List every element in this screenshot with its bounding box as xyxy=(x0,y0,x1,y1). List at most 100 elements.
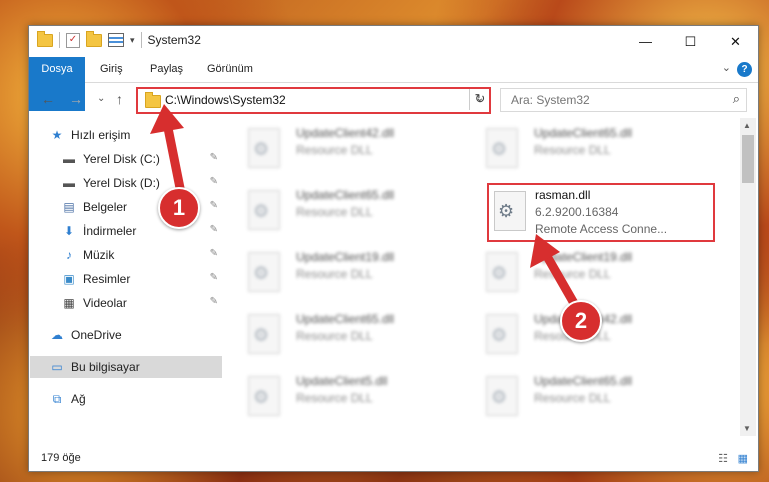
ribbon-tabs: Dosya Giriş Paylaş Görünüm ⌄ ? xyxy=(29,57,758,111)
sidebar-item-pictures[interactable]: ▣ Resimler ✎ xyxy=(61,268,222,290)
window-title: System32 xyxy=(147,33,201,47)
gear-icon: ⚙ xyxy=(253,139,270,159)
ribbon-expand-icon[interactable]: ⌄ xyxy=(722,61,731,74)
file-description: Remote Access Conne... xyxy=(535,222,668,236)
quick-access-toolbar: ✓ ▾ System32 xyxy=(37,30,201,48)
sidebar-item-music[interactable]: ♪ Müzik ✎ xyxy=(61,244,222,266)
tab-view[interactable]: Görünüm xyxy=(207,57,253,82)
gear-icon: ⚙ xyxy=(253,387,270,407)
close-button[interactable]: ✕ xyxy=(713,26,758,57)
customize-toolbar-icon[interactable]: ▾ xyxy=(130,35,135,46)
sidebar-item-quick-access[interactable]: ★ Hızlı erişim xyxy=(49,124,242,146)
forward-arrow-icon[interactable]: → xyxy=(69,91,83,107)
list-item[interactable]: ⚙ UpdateClient65.dll Resource DLL xyxy=(468,370,698,424)
address-path[interactable]: C:\Windows\System32 xyxy=(165,93,286,107)
file-type: Resource DLL xyxy=(534,143,611,157)
network-icon: ⧉ xyxy=(52,391,62,406)
scroll-up-icon[interactable]: ▲ xyxy=(743,121,751,130)
toolbar-separator xyxy=(140,32,142,48)
pin-icon[interactable]: ✎ xyxy=(210,224,218,235)
file-type: Resource DLL xyxy=(296,267,373,281)
file-type: Resource DLL xyxy=(296,205,373,219)
vertical-scrollbar[interactable]: ▲ ▼ xyxy=(740,118,756,436)
sidebar-item-label: Ağ xyxy=(71,392,86,406)
sidebar-item-downloads[interactable]: ⬇ İndirmeler ✎ xyxy=(61,220,222,242)
file-name: UpdateClient19.dll xyxy=(296,250,395,264)
list-item-rasman-dll[interactable]: ⚙ rasman.dll 6.2.9200.16384 Remote Acces… xyxy=(487,183,715,242)
pin-icon[interactable]: ✎ xyxy=(210,200,218,211)
file-name: rasman.dll xyxy=(535,188,591,202)
sidebar-item-label: İndirmeler xyxy=(83,224,137,238)
pin-icon[interactable]: ✎ xyxy=(210,248,218,259)
tab-home[interactable]: Giriş xyxy=(100,57,123,82)
file-name: UpdateClient42.dll xyxy=(296,126,395,140)
gear-icon: ⚙ xyxy=(498,201,515,221)
back-arrow-icon[interactable]: ← xyxy=(41,91,55,107)
list-item[interactable]: ⚙ UpdateClient42.dll Resource DLL xyxy=(230,122,460,176)
file-list: ⚙ UpdateClient42.dll Resource DLL ⚙ Upda… xyxy=(230,118,740,436)
details-view-icon[interactable]: ☷ xyxy=(718,452,728,465)
step-2-badge: 2 xyxy=(560,300,602,342)
list-item[interactable]: ⚙ UpdateClient65.dll Resource DLL xyxy=(468,122,698,176)
search-input[interactable] xyxy=(509,92,713,108)
download-icon: ⬇ xyxy=(63,224,75,238)
tiles-view-icon[interactable]: ▦ xyxy=(738,452,748,465)
gear-icon: ⚙ xyxy=(491,325,508,345)
file-name: UpdateClient19.dll xyxy=(534,250,633,264)
pictures-icon: ▣ xyxy=(63,272,75,286)
up-arrow-icon[interactable]: ↑ xyxy=(116,91,123,107)
new-folder-icon[interactable] xyxy=(86,30,102,47)
sidebar-item-this-pc[interactable]: ▭ Bu bilgisayar xyxy=(30,356,222,378)
scroll-down-icon[interactable]: ▼ xyxy=(743,424,751,433)
address-bar[interactable]: C:\Windows\System32 ⌄ xyxy=(136,87,491,114)
scrollbar-thumb[interactable] xyxy=(742,135,754,183)
tab-share[interactable]: Paylaş xyxy=(150,57,183,82)
step-1-badge: 1 xyxy=(158,187,200,229)
star-icon: ★ xyxy=(51,128,63,142)
recent-locations-icon[interactable]: ⌄ xyxy=(97,93,105,104)
pin-icon[interactable]: ✎ xyxy=(210,272,218,283)
cloud-icon: ☁ xyxy=(51,328,63,342)
search-box[interactable]: ⌕ xyxy=(500,88,747,112)
drive-icon: ▬ xyxy=(63,152,75,166)
sidebar-item-local-disk-d[interactable]: ▬ Yerel Disk (D:) ✎ xyxy=(61,172,222,194)
search-icon[interactable]: ⌕ xyxy=(733,91,740,107)
explorer-window: ✓ ▾ System32 — ☐ ✕ Dosya Giriş Paylaş Gö… xyxy=(28,25,759,472)
list-item[interactable]: ⚙ UpdateClient65.dll Resource DLL xyxy=(230,184,460,238)
gear-icon: ⚙ xyxy=(491,387,508,407)
sidebar-item-label: Yerel Disk (D:) xyxy=(83,176,160,190)
list-properties-icon[interactable] xyxy=(108,33,124,47)
file-version: 6.2.9200.16384 xyxy=(535,205,619,219)
sidebar-item-label: Belgeler xyxy=(83,200,128,214)
gear-icon: ⚙ xyxy=(253,263,270,283)
file-name: UpdateClient65.dll xyxy=(296,312,395,326)
help-icon[interactable]: ? xyxy=(737,62,752,77)
maximize-button[interactable]: ☐ xyxy=(668,26,713,57)
pin-icon[interactable]: ✎ xyxy=(210,152,218,163)
list-item[interactable]: ⚙ UpdateClient19.dll Resource DLL xyxy=(468,246,698,300)
sidebar-item-network[interactable]: ⧉ Ağ xyxy=(49,388,222,410)
file-name: UpdateClient5.dll xyxy=(296,374,388,388)
list-item[interactable]: ⚙ UpdateClient5.dll Resource DLL xyxy=(230,370,460,424)
navigation-bar: ← → ⌄ ↑ C:\Windows\System32 ⌄ ↻ ⌕ xyxy=(29,83,758,116)
sidebar-item-videos[interactable]: ▦ Videolar ✎ xyxy=(61,292,222,314)
list-item[interactable]: ⚙ UpdateClient65.dll Resource DLL xyxy=(230,308,460,362)
sidebar-item-local-disk-c[interactable]: ▬ Yerel Disk (C:) ✎ xyxy=(61,148,222,170)
minimize-button[interactable]: — xyxy=(623,26,668,57)
refresh-icon[interactable]: ↻ xyxy=(469,89,490,110)
video-icon: ▦ xyxy=(63,296,75,310)
sidebar-item-label: Müzik xyxy=(83,248,115,262)
file-type: Resource DLL xyxy=(296,391,373,405)
pin-icon[interactable]: ✎ xyxy=(210,176,218,187)
pin-icon[interactable]: ✎ xyxy=(210,296,218,307)
properties-check-icon[interactable]: ✓ xyxy=(66,32,80,48)
sidebar-item-onedrive[interactable]: ☁ OneDrive xyxy=(49,324,222,346)
computer-icon: ▭ xyxy=(51,360,63,374)
folder-icon[interactable] xyxy=(37,30,53,47)
list-item[interactable]: ⚙ UpdateClient19.dll Resource DLL xyxy=(230,246,460,300)
status-bar: 179 öğe ☷ ▦ xyxy=(29,445,758,471)
sidebar-item-label: OneDrive xyxy=(71,328,122,342)
file-name: UpdateClient65.dll xyxy=(534,374,633,388)
navigation-pane: ★ Hızlı erişim ▬ Yerel Disk (C:) ✎ ▬ Yer… xyxy=(29,118,224,436)
toolbar-separator xyxy=(59,32,60,48)
